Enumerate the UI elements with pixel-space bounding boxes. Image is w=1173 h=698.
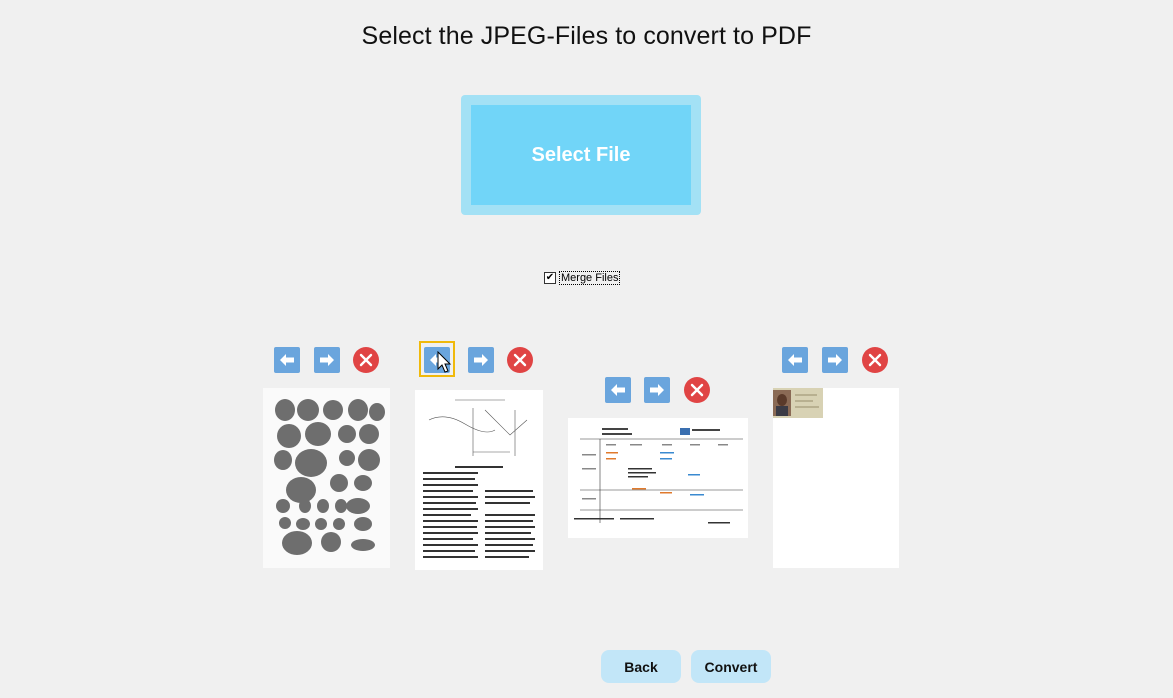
back-button[interactable]: Back — [601, 650, 681, 683]
move-left-button[interactable] — [274, 347, 300, 373]
remove-file-button[interactable] — [684, 377, 710, 403]
move-right-button[interactable] — [822, 347, 848, 373]
move-right-button[interactable] — [644, 377, 670, 403]
right-arrow-icon — [650, 384, 664, 396]
close-icon — [513, 353, 527, 367]
file-thumbnail[interactable] — [415, 390, 543, 570]
article-page-image — [415, 390, 543, 570]
move-right-button[interactable] — [314, 347, 340, 373]
select-file-button[interactable]: Select File — [461, 95, 701, 215]
move-left-button[interactable] — [605, 377, 631, 403]
file-thumbnail[interactable] — [773, 388, 899, 568]
page-title: Select the JPEG-Files to convert to PDF — [361, 22, 812, 50]
left-arrow-icon — [611, 384, 625, 396]
close-icon — [690, 383, 704, 397]
mouse-cursor-icon — [437, 351, 452, 373]
remove-file-button[interactable] — [862, 347, 888, 373]
remove-file-button[interactable] — [353, 347, 379, 373]
remove-file-button[interactable] — [507, 347, 533, 373]
id-card-page-image — [773, 388, 899, 568]
left-arrow-icon — [280, 354, 294, 366]
table-sheet-image — [568, 418, 748, 538]
file-thumbnail[interactable] — [568, 418, 748, 538]
close-icon — [868, 353, 882, 367]
right-arrow-icon — [828, 354, 842, 366]
convert-button[interactable]: Convert — [691, 650, 771, 683]
move-right-button[interactable] — [468, 347, 494, 373]
checkbox-check-icon[interactable]: ✔ — [544, 272, 556, 284]
close-icon — [359, 353, 373, 367]
file-thumbnail[interactable] — [263, 388, 390, 568]
move-left-button[interactable] — [782, 347, 808, 373]
left-arrow-icon — [788, 354, 802, 366]
select-file-label: Select File — [471, 105, 691, 205]
merge-files-label: Merge Files — [559, 271, 621, 285]
merge-files-checkbox[interactable]: ✔ Merge Files — [544, 270, 621, 286]
right-arrow-icon — [474, 354, 488, 366]
right-arrow-icon — [320, 354, 334, 366]
fossil-plate-image — [263, 388, 390, 568]
